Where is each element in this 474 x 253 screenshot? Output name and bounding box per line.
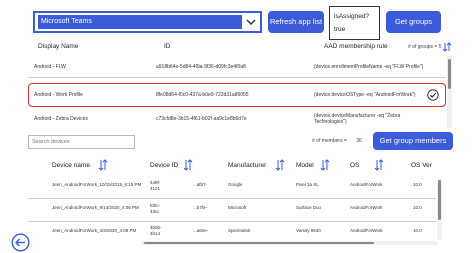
is-assigned-value: true <box>334 26 346 33</box>
group-row[interactable]: Android - FLW a918b64e-5d84-4f9a-9f36-d0… <box>28 56 446 78</box>
group-name: Android - Zebra Devices <box>34 116 88 122</box>
groups-table-header: Display Name ID AAD membership rule # of… <box>28 42 454 54</box>
device-os-ver: 10.0 <box>413 205 422 210</box>
group-rule: (device.enrollmentProfileName -eq "FLW P… <box>314 64 424 70</box>
group-name: Android - Work Profile <box>34 92 83 98</box>
groups-scroll-thumb[interactable] <box>448 59 451 89</box>
is-assigned-box[interactable]: isAssigned? true <box>329 6 380 40</box>
app-select-value: Microsoft Teams <box>38 15 242 29</box>
model-header: Model <box>296 162 314 169</box>
device-name: Jenn_AndroidForWork_9/14/2020_4:06 PM <box>52 205 139 210</box>
device-id-header: Device ID <box>150 162 179 169</box>
horizontal-scroll-thumb[interactable] <box>144 242 374 244</box>
id-header: ID <box>164 43 171 50</box>
device-os: AndroidForWork <box>350 182 383 187</box>
device-model: Surface Duo <box>296 205 322 210</box>
chevron-down-icon[interactable] <box>246 17 256 27</box>
group-row-selected[interactable]: Android - Work Profile 8fe08d64-f0c0-437… <box>28 83 446 107</box>
device-row[interactable]: Jenn_AndroidForWork_9/14/2020_4:06 PM fd… <box>28 200 436 222</box>
device-id: 448f-4121 <box>150 180 161 191</box>
sort-icon[interactable] <box>374 159 384 171</box>
members-count-label: # of members = <box>312 138 347 144</box>
device-os-ver: 10.0 <box>413 228 422 233</box>
sort-icon[interactable] <box>98 159 108 171</box>
sort-icon[interactable] <box>275 159 285 171</box>
group-id: a918b64e-5d84-4f9a-9f36-d09fc3e4f0a8 <box>156 64 246 70</box>
group-id: 8fe08d64-f0c0-437a-b0e0-722d31a86055 <box>156 92 249 98</box>
device-manufacturer: Microsoft <box>228 205 247 210</box>
refresh-app-list-button[interactable]: Refresh app list <box>268 11 324 33</box>
sort-icon[interactable] <box>442 42 452 52</box>
members-count-value: 36 <box>356 138 362 144</box>
members-count: # of members = 36 <box>312 138 362 144</box>
devices-horizontal-scrollbar[interactable] <box>142 241 438 245</box>
groups-scrollbar[interactable] <box>447 56 452 128</box>
devices-scroll-thumb[interactable] <box>438 180 441 220</box>
check-circle-icon <box>427 89 439 101</box>
device-name: Jenn_AndroidForWork_4/3/2020_4:09 PM <box>52 228 137 233</box>
group-id: c73cfd8e-3b15-4f61-b02f-aa9c1e8b6d7e <box>156 116 247 122</box>
display-name-header: Display Name <box>38 43 79 50</box>
device-id-fragment: ...a6ee- <box>193 228 209 233</box>
device-os: AndroidForWork <box>350 205 383 210</box>
manufacturer-header: Manufacturer <box>228 162 267 169</box>
device-model: Versity 9540 <box>296 228 321 233</box>
groups-count-label: # of groups = <box>408 44 438 50</box>
os-ver-header: OS Ver <box>411 162 432 169</box>
device-name: Jenn_AndroidForWork_10/15/2019_6:15 PM <box>52 182 142 187</box>
back-arrow-icon[interactable] <box>11 233 30 252</box>
search-devices-input[interactable] <box>28 135 135 149</box>
device-id: fd0c-43cc <box>150 203 161 214</box>
is-assigned-label: isAssigned? <box>334 13 370 20</box>
device-name-header: Device name <box>52 162 90 169</box>
group-row[interactable]: Android - Zebra Devices c73cfd8e-3b15-4f… <box>28 110 446 130</box>
get-groups-button[interactable]: Get groups <box>386 11 441 33</box>
device-id-fragment: ...af57- <box>193 182 208 187</box>
group-rule: (device.deviceManufacturer -eq "Zebra Te… <box>314 113 401 125</box>
get-group-members-button[interactable]: Get group members <box>373 132 453 150</box>
device-model: Pixel 3a XL <box>296 182 319 187</box>
devices-table-header: Device name Device ID Manufacturer Model… <box>28 157 454 175</box>
app-select[interactable]: Microsoft Teams <box>33 11 262 33</box>
device-os-ver: 10.0 <box>413 182 422 187</box>
group-rule: (device.deviceOSType -eq "AndroidForWork… <box>314 92 416 98</box>
device-manufacturer: Google <box>228 182 243 187</box>
device-id: 4b0b-4b14 <box>150 225 162 236</box>
os-header: OS <box>350 162 360 169</box>
sort-icon[interactable] <box>320 159 330 171</box>
group-name: Android - FLW <box>34 64 66 70</box>
device-os: AndroidForWork <box>350 228 383 233</box>
rule-header: AAD membership rule <box>324 43 388 50</box>
device-row[interactable]: Jenn_AndroidForWork_4/3/2020_4:09 PM 4b0… <box>28 223 436 240</box>
device-row[interactable]: Jenn_AndroidForWork_10/15/2019_6:15 PM 4… <box>28 177 436 199</box>
device-manufacturer: Spectralink <box>228 228 251 233</box>
devices-scrollbar[interactable] <box>437 178 442 240</box>
groups-count: # of groups = 5 <box>408 44 442 50</box>
device-id-fragment: ...b7fe- <box>193 205 208 210</box>
sort-icon[interactable] <box>183 159 193 171</box>
